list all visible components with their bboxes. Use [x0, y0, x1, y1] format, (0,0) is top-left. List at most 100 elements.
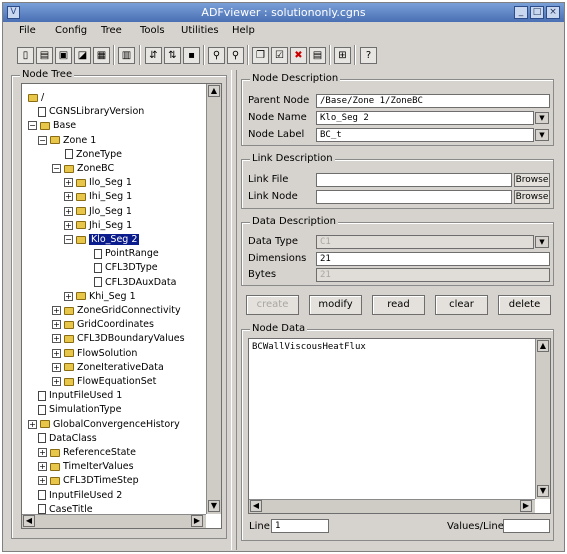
link-icon[interactable]: ⇵: [145, 47, 162, 64]
close-icon[interactable]: ×: [546, 6, 560, 19]
tree-item[interactable]: SimulationType: [38, 403, 121, 417]
scroll-left-icon[interactable]: ◀: [23, 515, 35, 527]
tree-item-selected[interactable]: − Klo_Seg 2: [64, 233, 140, 247]
tree-item[interactable]: + ZoneIterativeData: [52, 361, 164, 375]
tree-item[interactable]: InputFileUsed 2: [38, 489, 122, 503]
tree-item[interactable]: InputFileUsed 1: [38, 389, 122, 403]
node-icon[interactable]: ▪: [183, 47, 200, 64]
node-name-field[interactable]: Klo_Seg 2: [316, 111, 534, 125]
properties-icon[interactable]: ▤: [309, 47, 326, 64]
node-data-horizontal-scrollbar[interactable]: ◀ ▶: [249, 499, 535, 513]
save-icon[interactable]: ▣: [55, 47, 72, 64]
menu-tools[interactable]: Tools: [140, 25, 165, 36]
link-file-browse-button[interactable]: Browse: [514, 173, 550, 187]
link-node-field[interactable]: [316, 190, 512, 204]
expand-icon[interactable]: +: [52, 348, 61, 358]
menu-utilities[interactable]: Utilities: [181, 25, 219, 36]
tree-item[interactable]: + ReferenceState: [38, 446, 136, 460]
tree-item[interactable]: + Khi_Seg 1: [64, 290, 136, 304]
tree-item[interactable]: CFL3DType: [94, 261, 158, 275]
dimensions-field[interactable]: 21: [316, 252, 550, 266]
tree-item[interactable]: CFL3DAuxData: [94, 276, 176, 290]
maximize-icon[interactable]: □: [530, 6, 544, 19]
node-data-vertical-scrollbar[interactable]: ▲ ▼: [535, 339, 550, 499]
menu-help[interactable]: Help: [232, 25, 255, 36]
expand-icon[interactable]: +: [52, 362, 61, 372]
tree-item[interactable]: − Zone 1: [38, 134, 96, 148]
create-button[interactable]: create: [246, 295, 299, 315]
tree-horizontal-scrollbar[interactable]: ◀ ▶: [22, 514, 206, 528]
menu-file[interactable]: File: [19, 25, 36, 36]
link-node-browse-button[interactable]: Browse: [514, 190, 550, 204]
scroll-down-icon[interactable]: ▼: [537, 485, 549, 497]
menu-config[interactable]: Config: [55, 25, 87, 36]
close-file-icon[interactable]: ▦: [93, 47, 110, 64]
tree-item[interactable]: + CFL3DBoundaryValues: [52, 332, 185, 346]
tree-item[interactable]: DataClass: [38, 432, 97, 446]
scroll-left-icon[interactable]: ◀: [250, 500, 262, 512]
tree-item[interactable]: − Base: [28, 119, 76, 133]
scroll-right-icon[interactable]: ▶: [520, 500, 532, 512]
expand-icon[interactable]: +: [52, 306, 61, 315]
line-field[interactable]: 1: [271, 519, 329, 533]
expand-icon[interactable]: +: [52, 334, 61, 344]
node-data-text-area[interactable]: BCWallViscousHeatFlux ▲ ▼ ◀ ▶: [248, 338, 551, 514]
node-label-field[interactable]: BC_t: [316, 128, 534, 142]
parent-node-field[interactable]: /Base/Zone 1/ZoneBC: [316, 94, 550, 108]
expand-icon[interactable]: +: [52, 320, 61, 330]
tree-icon[interactable]: ⊞: [334, 47, 351, 64]
help-icon[interactable]: ?: [360, 47, 377, 64]
chevron-down-icon[interactable]: ▼: [535, 236, 549, 248]
clear-button[interactable]: clear: [435, 295, 488, 315]
expand-icon[interactable]: +: [64, 178, 73, 188]
tree-item[interactable]: /: [28, 91, 44, 105]
tree-item[interactable]: + Ilo_Seg 1: [64, 176, 132, 190]
tree-item[interactable]: + GridCoordinates: [52, 318, 154, 332]
node-tree[interactable]: / CGNSLibraryVersion − Base − Zone 1 ZoneType −…: [21, 83, 222, 529]
scroll-right-icon[interactable]: ▶: [191, 515, 203, 527]
tree-item[interactable]: PointRange: [94, 247, 159, 261]
tree-item[interactable]: + GlobalConvergenceHistory: [28, 418, 180, 432]
expand-icon[interactable]: +: [64, 206, 73, 216]
expand-icon[interactable]: +: [38, 448, 47, 457]
find-icon[interactable]: ▥: [118, 47, 135, 64]
modify-button[interactable]: modify: [309, 295, 362, 315]
checkbox-icon[interactable]: ☑: [271, 47, 288, 64]
copy-icon[interactable]: ❐: [252, 47, 269, 64]
tree-item[interactable]: + CFL3DTimeStep: [38, 474, 139, 488]
scroll-down-icon[interactable]: ▼: [208, 500, 220, 512]
expand-icon[interactable]: +: [64, 291, 73, 301]
data-type-field[interactable]: C1: [316, 235, 534, 249]
expand-icon[interactable]: +: [52, 377, 61, 386]
expand-icon[interactable]: +: [64, 192, 73, 202]
collapse-icon[interactable]: −: [28, 121, 37, 131]
zoom-in-icon[interactable]: ⚲: [208, 47, 225, 64]
zoom-out-icon[interactable]: ⚲: [227, 47, 244, 64]
tree-item[interactable]: CGNSLibraryVersion: [38, 105, 144, 119]
read-button[interactable]: read: [372, 295, 425, 315]
tree-item[interactable]: + FlowEquationSet: [52, 375, 156, 389]
minimize-icon[interactable]: _: [514, 6, 528, 19]
delete-button[interactable]: delete: [498, 295, 551, 315]
menu-tree[interactable]: Tree: [101, 25, 122, 36]
collapse-icon[interactable]: −: [64, 235, 73, 244]
save-as-icon[interactable]: ◪: [74, 47, 91, 64]
title-bar[interactable]: V ADFviewer : solutiononly.cgns _ □ ×: [3, 3, 564, 22]
scroll-up-icon[interactable]: ▲: [208, 85, 220, 97]
open-folder-icon[interactable]: ▤: [36, 47, 53, 64]
scroll-up-icon[interactable]: ▲: [537, 340, 549, 352]
pane-splitter[interactable]: [231, 70, 237, 550]
chevron-down-icon[interactable]: ▼: [535, 129, 549, 141]
expand-icon[interactable]: +: [38, 462, 47, 472]
delete-icon[interactable]: ✖: [290, 47, 307, 64]
tree-item[interactable]: + Jhi_Seg 1: [64, 219, 132, 233]
collapse-icon[interactable]: −: [52, 164, 61, 173]
tree-item[interactable]: + ZoneGridConnectivity: [52, 304, 181, 318]
tree-item[interactable]: + FlowSolution: [52, 347, 137, 361]
tree-item[interactable]: ZoneType: [65, 148, 122, 162]
tree-item[interactable]: − ZoneBC: [52, 162, 114, 176]
collapse-icon[interactable]: −: [38, 135, 47, 145]
expand-icon[interactable]: +: [64, 220, 73, 230]
expand-icon[interactable]: +: [28, 419, 37, 429]
chevron-down-icon[interactable]: ▼: [535, 112, 549, 124]
